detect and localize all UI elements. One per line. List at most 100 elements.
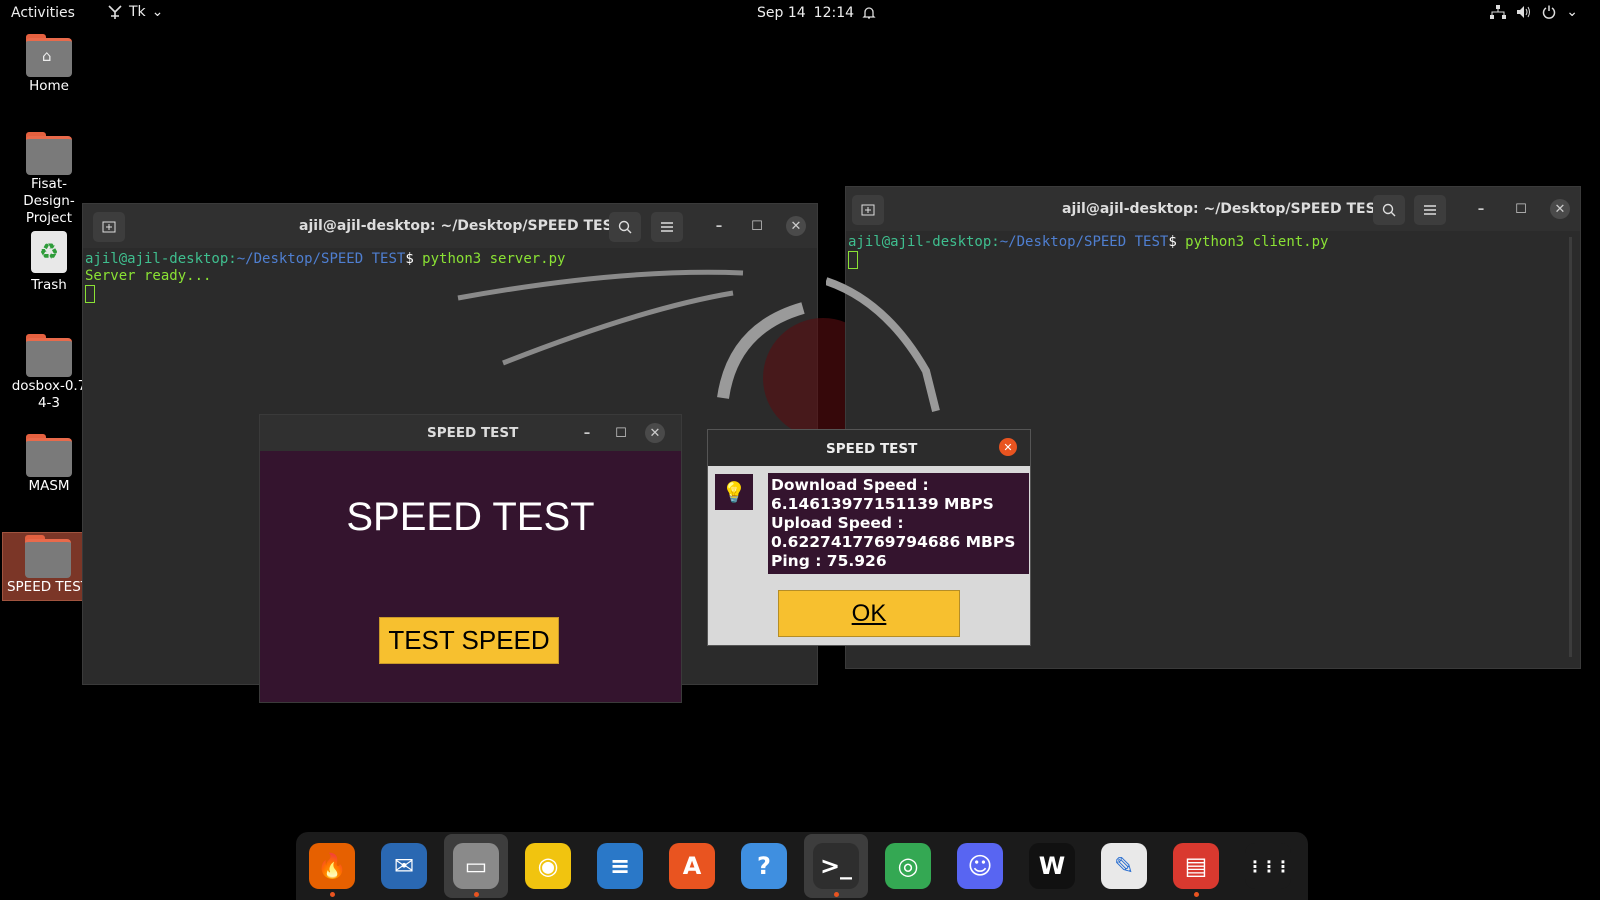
terminal-icon: >_: [813, 843, 859, 889]
maximize-icon: ☐: [751, 218, 763, 234]
show-applications-icon: ⋮⋮⋮: [1245, 843, 1291, 889]
desktop-icon-dosbox[interactable]: dosbox-0.74-3: [4, 334, 94, 412]
system-tray[interactable]: ⌄: [1490, 4, 1578, 20]
folder-icon: [26, 334, 72, 377]
app-menu[interactable]: Tk ⌄: [107, 4, 163, 20]
minimize-button[interactable]: –: [709, 216, 729, 236]
output-line: Server ready...: [85, 268, 212, 284]
close-icon: ✕: [1003, 440, 1013, 454]
maximize-button[interactable]: ☐: [1511, 199, 1531, 219]
close-icon: ✕: [790, 218, 802, 234]
terminal-titlebar[interactable]: ajil@ajil-desktop: ~/Desktop/SPEED TEST …: [846, 187, 1580, 231]
terminal-output[interactable]: ajil@ajil-desktop:~/Desktop/SPEED TEST$ …: [83, 248, 883, 438]
discord-icon: ☺: [957, 843, 1003, 889]
text-cursor: [85, 285, 95, 303]
desktop-icon-masm[interactable]: MASM: [4, 434, 94, 495]
tk-icon: [108, 5, 122, 19]
download-value: 6.14613977151139 MBPS: [771, 495, 994, 513]
dock-item-help[interactable]: ?: [732, 834, 796, 898]
search-button[interactable]: [609, 212, 641, 242]
prompt-symbol: $: [1168, 234, 1177, 250]
window-title: ajil@ajil-desktop: ~/Desktop/SPEED TEST: [1062, 201, 1386, 217]
app-menu-label: Tk: [129, 4, 146, 20]
dock-item-chrome[interactable]: ◎: [876, 834, 940, 898]
files-icon: ▭: [453, 843, 499, 889]
clock[interactable]: Sep 14 12:14: [757, 5, 876, 21]
running-indicator: [834, 892, 839, 897]
dock-item-app-center[interactable]: A: [660, 834, 724, 898]
close-button[interactable]: ✕: [999, 438, 1017, 456]
thunderbird-icon: ✉: [381, 843, 427, 889]
hamburger-icon: [661, 222, 673, 232]
desktop-icon-speed-test[interactable]: SPEED TEST: [2, 532, 94, 601]
power-icon: [1543, 5, 1556, 19]
maximize-button[interactable]: ☐: [611, 423, 631, 443]
ok-button[interactable]: OK: [778, 590, 960, 637]
dock-item-thunderbird[interactable]: ✉: [372, 834, 436, 898]
prompt-path: ~/Desktop/SPEED TEST: [999, 234, 1169, 250]
desktop-icon-label: dosbox-0.74-3: [11, 378, 87, 411]
dock-item-terminal[interactable]: >_: [804, 834, 868, 898]
minimize-icon: –: [583, 425, 591, 441]
hamburger-icon: [1424, 205, 1436, 215]
minimize-button[interactable]: –: [1471, 199, 1491, 219]
running-indicator: [474, 892, 479, 897]
close-button[interactable]: ✕: [1550, 199, 1570, 219]
dock-item-discord[interactable]: ☺: [948, 834, 1012, 898]
activities-button[interactable]: Activities: [11, 5, 75, 21]
dock-item-show-applications[interactable]: ⋮⋮⋮: [1236, 834, 1300, 898]
dock-item-libreoffice-writer[interactable]: ≡: [588, 834, 652, 898]
terminal-output[interactable]: ajil@ajil-desktop:~/Desktop/SPEED TEST$ …: [826, 231, 1580, 412]
dialog-titlebar[interactable]: SPEED TEST ✕: [708, 430, 1030, 466]
menu-button[interactable]: [1414, 195, 1446, 225]
search-icon: [1382, 203, 1396, 217]
desktop-icon-trash[interactable]: ♻ Trash: [4, 231, 94, 294]
text-editor-icon: ✎: [1101, 843, 1147, 889]
speed-test-window[interactable]: SPEED TEST – ☐ ✕ SPEED TEST TEST SPEED: [259, 414, 682, 703]
ping-value: Ping : 75.926: [771, 552, 887, 570]
desktop-icon-label: Fisat-Design-Project: [23, 176, 75, 226]
clock-time: 12:14: [813, 5, 855, 21]
search-button[interactable]: [1373, 195, 1405, 225]
document-viewer-icon: ▤: [1173, 843, 1219, 889]
dialog-title: SPEED TEST: [826, 441, 918, 457]
menu-button[interactable]: [651, 212, 683, 242]
firefox-icon: 🔥: [309, 843, 355, 889]
new-tab-button[interactable]: [93, 212, 125, 242]
new-tab-button[interactable]: [852, 195, 884, 225]
bell-icon: [862, 7, 876, 19]
ok-label: OK: [851, 599, 887, 627]
desktop-icon-label: Home: [29, 78, 69, 94]
dock-item-rhythmbox[interactable]: ◉: [516, 834, 580, 898]
window-titlebar[interactable]: SPEED TEST – ☐ ✕: [260, 415, 681, 451]
prompt-line: ajil@ajil-desktop:~/Desktop/SPEED TEST$ …: [85, 251, 566, 267]
dock-item-firefox[interactable]: 🔥: [300, 834, 364, 898]
window-title: SPEED TEST: [427, 425, 519, 441]
desktop-icon-home[interactable]: ⌂ Home: [4, 34, 94, 95]
dock-item-webex[interactable]: W: [1020, 834, 1084, 898]
desktop-icon-label: MASM: [28, 478, 70, 494]
desktop-icon-fisat-design-project[interactable]: Fisat-Design-Project: [4, 132, 94, 227]
maximize-icon: ☐: [1515, 201, 1527, 217]
desktop-icon-label: SPEED TEST: [6, 579, 90, 595]
close-icon: ✕: [1554, 201, 1566, 217]
new-tab-icon: [861, 204, 875, 216]
test-speed-button[interactable]: TEST SPEED: [379, 617, 559, 664]
close-button[interactable]: ✕: [645, 423, 665, 443]
maximize-button[interactable]: ☐: [747, 216, 767, 236]
minimize-button[interactable]: –: [577, 423, 597, 443]
close-button[interactable]: ✕: [786, 216, 806, 236]
results-dialog[interactable]: SPEED TEST ✕ 💡 Download Speed : 6.146139…: [707, 429, 1031, 646]
scrollbar[interactable]: [1569, 237, 1572, 657]
dock-item-document-viewer[interactable]: ▤: [1164, 834, 1228, 898]
results-message: Download Speed : 6.14613977151139 MBPS U…: [768, 473, 1029, 574]
clock-date: Sep 14: [757, 5, 806, 21]
prompt-user: ajil@ajil-desktop: [848, 234, 992, 250]
dock-item-text-editor[interactable]: ✎: [1092, 834, 1156, 898]
command-text: python3 client.py: [1176, 234, 1329, 250]
command-text: python3 server.py: [413, 251, 566, 267]
upload-value: 0.6227417769794686 MBPS: [771, 533, 1016, 551]
terminal-titlebar[interactable]: ajil@ajil-desktop: ~/Desktop/SPEED TEST …: [83, 204, 817, 248]
running-indicator: [1194, 892, 1199, 897]
dock-item-files[interactable]: ▭: [444, 834, 508, 898]
